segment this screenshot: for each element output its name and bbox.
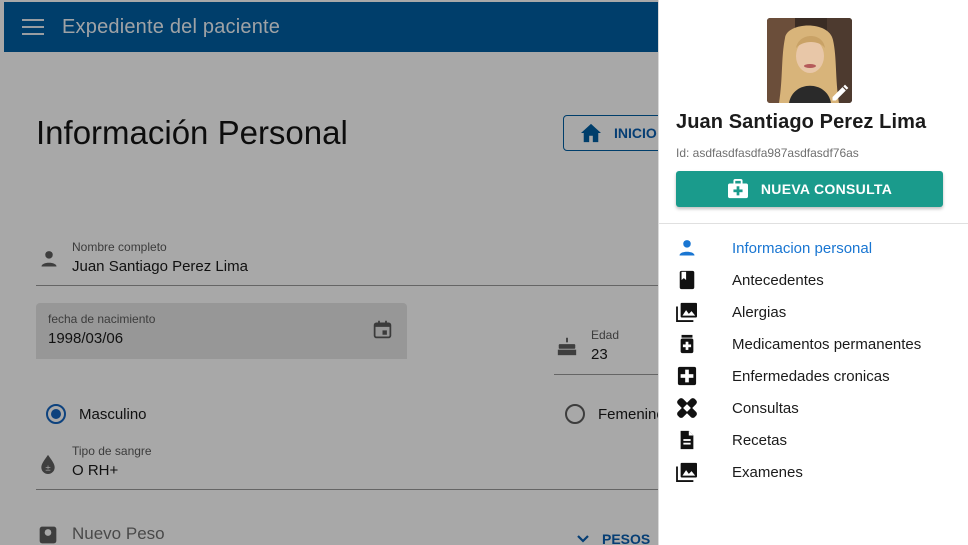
patient-name: Juan Santiago Perez Lima <box>676 111 927 133</box>
document-icon <box>676 429 698 451</box>
patient-drawer: Juan Santiago Perez Lima Id: asdfasdfasd… <box>658 0 968 545</box>
edit-icon[interactable] <box>830 83 850 103</box>
drawer-divider <box>659 223 968 224</box>
nav-label: Examenes <box>732 463 803 481</box>
nav-item-recetas[interactable]: Recetas <box>676 424 956 456</box>
drawer-nav: Informacion personal Antecedentes Alergi… <box>676 232 956 488</box>
nav-label: Enfermedades cronicas <box>732 367 890 385</box>
new-consult-button[interactable]: NUEVA CONSULTA <box>676 171 943 207</box>
nav-item-consultas[interactable]: Consultas <box>676 392 956 424</box>
new-consult-label: NUEVA CONSULTA <box>760 181 893 197</box>
nav-item-informacion-personal[interactable]: Informacion personal <box>676 232 956 264</box>
nav-item-antecedentes[interactable]: Antecedentes <box>676 264 956 296</box>
nav-item-enfermedades[interactable]: Enfermedades cronicas <box>676 360 956 392</box>
photo-library-icon <box>676 301 698 323</box>
medication-icon <box>676 333 698 355</box>
nav-label: Antecedentes <box>732 271 824 289</box>
nav-label: Consultas <box>732 399 799 417</box>
medical-cross-icon <box>676 365 698 387</box>
nav-label: Medicamentos permanentes <box>732 335 922 353</box>
medical-bag-icon <box>727 179 748 199</box>
bandage-icon <box>676 397 698 419</box>
nav-item-medicamentos[interactable]: Medicamentos permanentes <box>676 328 956 360</box>
nav-label: Alergias <box>732 303 787 321</box>
nav-label: Informacion personal <box>732 239 873 257</box>
nav-item-examenes[interactable]: Examenes <box>676 456 956 488</box>
person-icon <box>676 237 698 259</box>
book-icon <box>676 269 698 291</box>
nav-item-alergias[interactable]: Alergias <box>676 296 956 328</box>
nav-label: Recetas <box>732 431 788 449</box>
patient-id: Id: asdfasdfasdfa987asdfasdf76as <box>676 146 859 160</box>
photo-library-icon <box>676 461 698 483</box>
